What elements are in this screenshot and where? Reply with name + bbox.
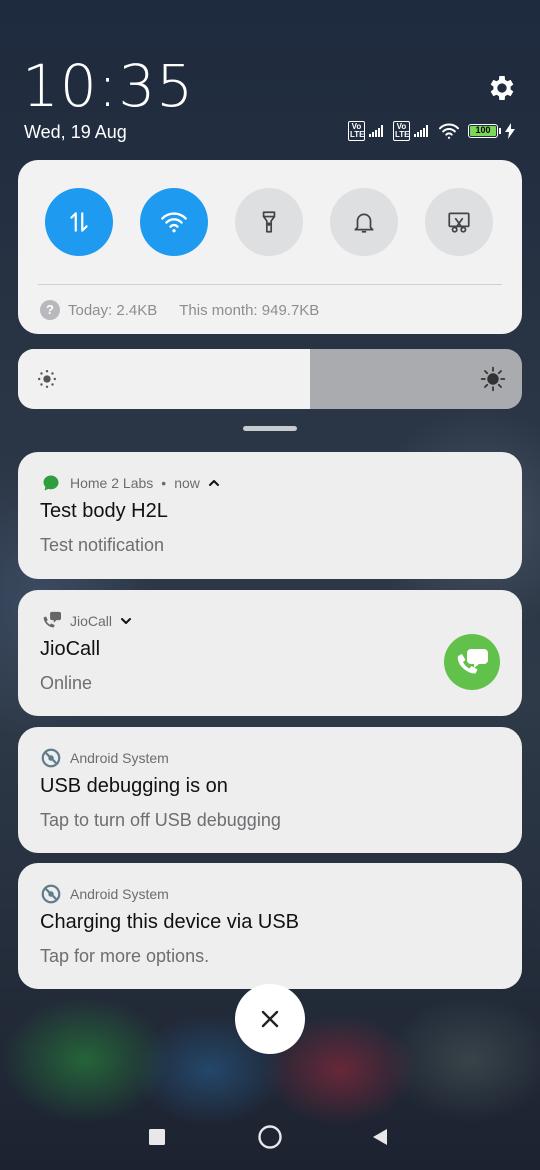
panel-drag-handle[interactable] xyxy=(243,426,297,431)
battery-icon: 100 xyxy=(468,124,501,138)
mobile-data-toggle[interactable] xyxy=(45,188,113,256)
back-button[interactable] xyxy=(367,1124,393,1150)
chevron-up-icon[interactable] xyxy=(208,475,220,491)
notification-jiocall[interactable]: JioCall JioCall Online xyxy=(18,590,522,716)
phone-chat-icon xyxy=(40,610,62,632)
flashlight-toggle[interactable] xyxy=(235,188,303,256)
notification-title: USB debugging is on xyxy=(40,775,228,797)
brightness-high-icon xyxy=(480,366,506,392)
chevron-down-icon[interactable] xyxy=(120,613,132,629)
notification-title: Test body H2L xyxy=(40,500,168,522)
notification-usb-debugging[interactable]: Android System USB debugging is on Tap t… xyxy=(18,727,522,853)
back-triangle-icon xyxy=(373,1129,387,1145)
status-icons: Vo LTE Vo LTE 100 xyxy=(348,120,515,142)
date[interactable]: Wed, 19 Aug xyxy=(24,122,127,143)
battery-level: 100 xyxy=(470,126,496,136)
screenshot-toggle[interactable] xyxy=(425,188,493,256)
notification-separator: • xyxy=(161,475,167,491)
square-icon xyxy=(149,1129,165,1145)
quick-settings-panel: ? Today: 2.4KB This month: 949.7KB xyxy=(18,160,522,334)
volte-icon-sim2: Vo LTE xyxy=(393,121,410,141)
chat-bubble-icon xyxy=(40,472,62,494)
brightness-slider[interactable] xyxy=(18,349,522,409)
notification-header: Android System xyxy=(40,747,169,769)
android-system-icon xyxy=(40,747,62,769)
home-button[interactable] xyxy=(257,1124,283,1150)
flashlight-icon xyxy=(262,211,276,233)
mobile-data-icon xyxy=(70,212,88,232)
wifi-status-icon xyxy=(439,123,459,139)
screenshot-scissors-icon xyxy=(448,212,470,233)
notification-title: Charging this device via USB xyxy=(40,911,300,933)
notification-title: JioCall xyxy=(40,638,101,660)
close-icon xyxy=(261,1010,279,1028)
notification-app-name: JioCall xyxy=(70,613,113,629)
jiocall-app-icon xyxy=(444,634,500,690)
signal-strength-icon xyxy=(369,125,383,137)
volte-icon: Vo LTE xyxy=(348,121,365,141)
notification-time: now xyxy=(174,475,200,491)
signal-strength-icon-sim2 xyxy=(414,125,428,137)
qs-divider xyxy=(38,284,502,285)
data-usage[interactable]: ? Today: 2.4KB This month: 949.7KB xyxy=(40,300,319,320)
data-usage-today: Today: 2.4KB xyxy=(68,301,158,319)
notification-text: Tap for more options. xyxy=(40,946,210,966)
notification-text: Test notification xyxy=(40,535,165,555)
notification-header: JioCall xyxy=(40,610,132,632)
charging-bolt-icon xyxy=(505,123,515,139)
brightness-low-icon xyxy=(36,368,58,390)
settings-gear-icon[interactable] xyxy=(486,72,518,104)
notification-text: Online xyxy=(40,673,93,693)
brightness-fill xyxy=(18,349,311,409)
notification-usb-charging[interactable]: Android System Charging this device via … xyxy=(18,863,522,989)
notification-home2labs[interactable]: Home 2 Labs • now Test body H2L Test not… xyxy=(18,452,522,579)
notification-app-name: Android System xyxy=(70,750,169,766)
circle-home-icon xyxy=(258,1125,282,1149)
notification-text: Tap to turn off USB debugging xyxy=(40,810,281,830)
help-icon: ? xyxy=(40,300,60,320)
clock[interactable]: 10:35 xyxy=(22,52,194,120)
clear-all-button[interactable] xyxy=(235,984,305,1054)
wifi-toggle[interactable] xyxy=(140,188,208,256)
recents-button[interactable] xyxy=(144,1124,170,1150)
bell-icon xyxy=(354,213,374,233)
notification-app-name: Home 2 Labs xyxy=(70,475,154,491)
data-usage-month: This month: 949.7KB xyxy=(179,301,320,319)
notification-app-name: Android System xyxy=(70,886,169,902)
wifi-icon xyxy=(161,212,187,233)
notification-header: Home 2 Labs • now xyxy=(40,472,220,494)
notification-header: Android System xyxy=(40,883,169,905)
android-system-icon xyxy=(40,883,62,905)
ring-mode-toggle[interactable] xyxy=(330,188,398,256)
